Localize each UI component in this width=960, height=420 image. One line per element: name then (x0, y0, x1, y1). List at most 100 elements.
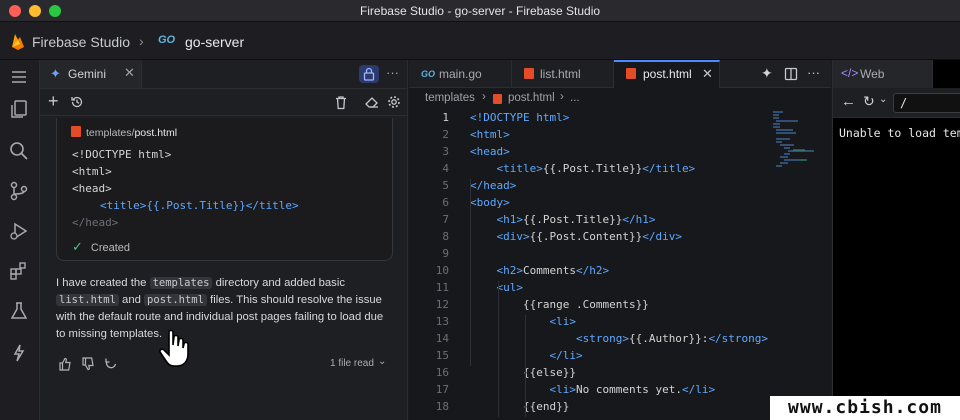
file-name: post.html (134, 127, 178, 139)
code-line: {{else}} (470, 366, 576, 379)
web-preview-panel: </> Web ← ↻ ⌄ Unable to load temp (832, 60, 960, 420)
search-icon[interactable] (8, 140, 30, 162)
code-line: <head> (470, 145, 510, 158)
line-number: 15 (435, 349, 449, 362)
close-tab-icon[interactable]: ✕ (702, 66, 713, 82)
tab-label: post.html (643, 67, 692, 81)
code-line: </li> (549, 349, 583, 362)
tab-label: main.go (439, 67, 482, 81)
line-number: 12 (435, 298, 449, 311)
line-number: 17 (435, 383, 449, 396)
web-toolbar: ← ↻ ⌄ (833, 88, 960, 118)
clear-context-icon[interactable] (364, 95, 380, 109)
code-line: <div>{{.Post.Content}}</div> (496, 230, 682, 243)
files-read-toggle[interactable]: 1 file read (330, 358, 374, 369)
line-number: 8 (442, 230, 449, 243)
chevron-down-icon[interactable]: ⌄ (879, 94, 887, 105)
thumbs-up-icon[interactable] (58, 357, 72, 371)
file-dir: templates/ (86, 127, 135, 139)
inline-code: post.html (144, 294, 207, 306)
indent-guide (470, 179, 471, 366)
line-number: 7 (442, 213, 449, 226)
breadcrumb-folder[interactable]: templates (425, 92, 475, 104)
line-number: 11 (435, 281, 449, 294)
run-debug-icon[interactable] (8, 220, 30, 242)
tab-list-html[interactable]: list.html (512, 60, 614, 88)
message-text: I have created the (56, 277, 150, 289)
regenerate-icon[interactable] (104, 357, 118, 371)
window-titlebar: Firebase Studio - go-server - Firebase S… (0, 0, 960, 22)
plus-icon[interactable]: + (48, 91, 59, 112)
code-line: {{range .Comments}} (470, 298, 649, 311)
inline-code: templates (149, 277, 213, 289)
trash-icon[interactable] (334, 95, 348, 110)
editor-area: GO main.go list.html post.html ✕ ✦ ··· t… (409, 60, 831, 420)
line-number: 6 (442, 196, 449, 209)
tab-gemini[interactable]: ✦ Gemini ✕ (40, 60, 142, 88)
line-number: 2 (442, 128, 449, 141)
indent-guide (525, 315, 526, 417)
line-number: 14 (435, 332, 449, 345)
code-line: <li> (549, 315, 576, 328)
line-number: 18 (435, 400, 449, 413)
menu-icon[interactable] (8, 66, 30, 88)
back-arrow-icon[interactable]: ← (841, 93, 856, 110)
history-icon[interactable] (70, 95, 84, 109)
code-line: <li>No comments yet.</li> (549, 383, 716, 396)
code-line: <html> (470, 128, 510, 141)
tab-label: list.html (540, 67, 581, 81)
message-text: and (118, 294, 145, 306)
settings-gear-icon[interactable] (387, 95, 401, 109)
project-name[interactable]: go-server (185, 34, 244, 50)
code-line: <body> (470, 196, 510, 209)
split-editor-icon[interactable] (784, 67, 798, 81)
code-line: <head> (72, 182, 112, 195)
watermark: www.cbish.com (770, 396, 960, 420)
lock-button[interactable] (359, 65, 379, 83)
reload-icon[interactable]: ↻ (863, 93, 875, 110)
hand-cursor-icon (159, 329, 189, 367)
line-number: 5 (442, 179, 449, 192)
minimap[interactable] (771, 110, 821, 220)
chevron-down-icon[interactable]: ⌄ (378, 356, 386, 367)
breadcrumb-more[interactable]: ... (570, 92, 580, 104)
firebase-icon (12, 34, 24, 50)
source-control-icon[interactable] (8, 180, 30, 202)
code-editor[interactable]: 1 <!DOCTYPE html> 2 <html> 3 <head> 4 <title>{… (409, 109, 769, 420)
sparkle-icon: ✦ (50, 66, 61, 81)
tab-main-go[interactable]: GO main.go (409, 60, 512, 88)
tab-post-html[interactable]: post.html ✕ (614, 60, 720, 88)
explorer-icon[interactable] (8, 98, 30, 120)
code-line: <ul> (496, 281, 524, 294)
preview-error-text: Unable to load temp (839, 126, 960, 140)
close-icon[interactable]: ✕ (124, 65, 135, 81)
gemini-sparkle-icon[interactable]: ✦ (761, 65, 773, 82)
extensions-icon[interactable] (8, 260, 30, 282)
line-number: 16 (435, 366, 449, 379)
url-input[interactable] (893, 93, 960, 113)
breadcrumb-file[interactable]: post.html (508, 92, 555, 104)
more-actions-icon[interactable]: ··· (807, 65, 820, 80)
tab-web[interactable]: </> Web (833, 60, 933, 88)
brand-name[interactable]: Firebase Studio (32, 34, 130, 50)
html5-icon (71, 126, 81, 137)
message-actions: 1 file read ⌄ (58, 356, 398, 374)
check-icon: ✓ (72, 239, 83, 254)
code-file-label[interactable]: templates/post.html (71, 126, 177, 139)
activity-bar (0, 60, 40, 420)
tab-label: Web (860, 67, 885, 81)
more-options-icon[interactable]: ··· (386, 65, 399, 80)
code-line: <h1>{{.Post.Title}}</h1> (496, 213, 656, 226)
chevron-right-icon: › (560, 91, 564, 103)
line-number: 10 (435, 264, 449, 277)
indent-guide (498, 281, 499, 417)
code-line: </head> (72, 216, 119, 229)
testing-flask-icon[interactable] (8, 300, 30, 322)
code-line: <h2>Comments</h2> (496, 264, 610, 277)
inline-code: list.html (56, 294, 119, 306)
thumbs-down-icon[interactable] (81, 357, 95, 371)
code-line: <!DOCTYPE html> (470, 111, 570, 124)
gemini-panel: ✦ Gemini ✕ ··· + templates/post.html <!D… (40, 60, 408, 420)
status-label: Created (90, 242, 131, 254)
firebase-studio-icon[interactable] (8, 342, 30, 364)
